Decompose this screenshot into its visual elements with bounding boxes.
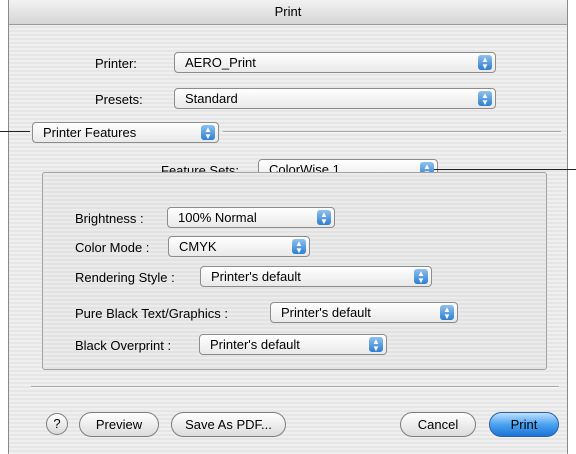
black-overprint-label: Black Overprint : bbox=[75, 338, 172, 353]
save-as-pdf-button[interactable]: Save As PDF... bbox=[171, 412, 286, 437]
black-overprint-popup[interactable]: Printer's default ▲ ▼ bbox=[199, 334, 387, 355]
callout-line-left bbox=[0, 131, 30, 132]
printer-label: Printer: bbox=[95, 56, 137, 71]
up-down-arrows-icon: ▲▼ bbox=[369, 337, 383, 353]
up-down-arrows-icon: ▲▼ bbox=[292, 239, 306, 255]
print-button[interactable]: Print bbox=[489, 412, 559, 437]
footer-separator bbox=[31, 386, 559, 388]
brightness-popup[interactable]: 100% Normal ▲ ▼ bbox=[167, 207, 335, 228]
brightness-label: Brightness : bbox=[75, 211, 144, 226]
cancel-button[interactable]: Cancel bbox=[400, 412, 476, 437]
pure-black-label: Pure Black Text/Graphics : bbox=[75, 306, 228, 321]
black-overprint-value: Printer's default bbox=[210, 337, 300, 352]
up-down-arrows-icon: ▲▼ bbox=[317, 210, 331, 226]
rendering-style-value: Printer's default bbox=[211, 269, 301, 284]
color-mode-popup[interactable]: CMYK ▲ ▼ bbox=[168, 236, 310, 257]
up-down-arrows-icon: ▲▼ bbox=[201, 125, 215, 141]
up-down-arrows-icon: ▲▼ bbox=[478, 55, 492, 71]
rendering-style-popup[interactable]: Printer's default ▲ ▼ bbox=[200, 266, 432, 287]
up-down-arrows-icon: ▲▼ bbox=[414, 269, 428, 285]
printer-popup[interactable]: AERO_Print ▲ ▼ bbox=[174, 52, 496, 73]
pure-black-popup[interactable]: Printer's default ▲ ▼ bbox=[270, 302, 458, 323]
separator bbox=[223, 131, 561, 133]
color-mode-value: CMYK bbox=[179, 239, 217, 254]
up-down-arrows-icon: ▲▼ bbox=[478, 91, 492, 107]
presets-value: Standard bbox=[185, 91, 238, 106]
panel-menu-value: Printer Features bbox=[43, 125, 137, 140]
preview-button[interactable]: Preview bbox=[79, 412, 159, 437]
pure-black-value: Printer's default bbox=[281, 305, 371, 320]
brightness-value: 100% Normal bbox=[178, 210, 257, 225]
printer-value: AERO_Print bbox=[185, 55, 256, 70]
presets-popup[interactable]: Standard ▲ ▼ bbox=[174, 88, 496, 109]
feature-options-box: Brightness : 100% Normal ▲ ▼ Color Mode :… bbox=[42, 172, 547, 370]
question-mark-icon[interactable]: ? bbox=[46, 413, 68, 435]
panel-menu-popup[interactable]: Printer Features ▲ ▼ bbox=[32, 122, 219, 143]
callout-line-right bbox=[434, 169, 576, 170]
print-dialog: Print Printer: AERO_Print ▲ ▼ Presets: St… bbox=[8, 0, 568, 454]
window-title: Print bbox=[9, 0, 567, 25]
presets-label: Presets: bbox=[95, 92, 143, 107]
up-down-arrows-icon: ▲▼ bbox=[440, 305, 454, 321]
color-mode-label: Color Mode : bbox=[75, 240, 150, 255]
rendering-style-label: Rendering Style : bbox=[75, 270, 175, 285]
